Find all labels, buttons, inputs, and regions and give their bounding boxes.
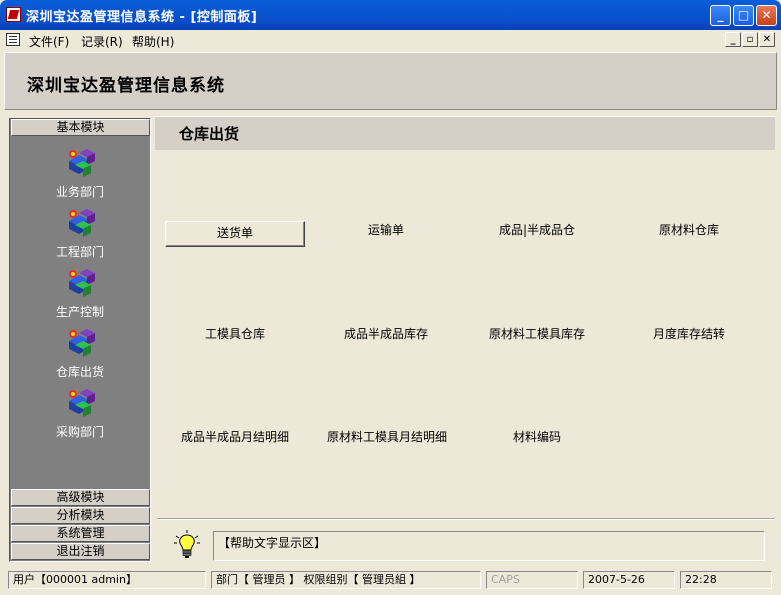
- module-label: 采购部门: [55, 425, 104, 439]
- help-text-area: 【帮助文字显示区】: [213, 531, 765, 561]
- module-label: 工程部门: [55, 245, 104, 259]
- child-restore-button[interactable]: ▫: [742, 32, 758, 47]
- sidebar-header-advanced[interactable]: 高级模块: [11, 489, 150, 506]
- sidebar-item-purchasing[interactable]: 采购部门: [10, 387, 150, 447]
- item-raw-tooling-monthly-detail[interactable]: 原材料工模具月结明细: [316, 425, 458, 451]
- document-icon[interactable]: [6, 33, 20, 46]
- divider: [157, 518, 775, 520]
- help-text: 【帮助文字显示区】: [218, 536, 327, 550]
- child-minimize-button[interactable]: _: [725, 32, 741, 47]
- menu-bar: 文件(F) 记录(R) 帮助(H): [0, 30, 781, 50]
- status-time: 22:28: [680, 571, 772, 589]
- status-caps: CAPS: [486, 571, 578, 589]
- item-finished-semi-stock[interactable]: 成品半成品库存: [316, 322, 456, 348]
- item-raw-tooling-stock[interactable]: 原材料工模具库存: [467, 322, 607, 348]
- title-bar[interactable]: 深圳宝达盈管理信息系统 - [控制面板] _ □ ✕: [0, 0, 781, 30]
- window-title: 深圳宝达盈管理信息系统 - [控制面板]: [26, 10, 258, 25]
- module-icon: [69, 209, 95, 237]
- module-icon: [69, 389, 95, 417]
- module-label: 仓库出货: [55, 365, 104, 379]
- item-finished-semi-monthly-detail[interactable]: 成品半成品月结明细: [165, 425, 305, 451]
- maximize-button[interactable]: □: [733, 5, 754, 26]
- sidebar-item-business[interactable]: 业务部门: [10, 147, 150, 207]
- status-date: 2007-5-26: [583, 571, 675, 589]
- menu-file[interactable]: 文件(F): [29, 33, 69, 50]
- item-raw-material-warehouse[interactable]: 原材料仓库: [619, 218, 759, 244]
- status-bar: 用户【000001 admin】 部门【 管理员 】 权限组别【 管理员組 】 …: [0, 568, 781, 592]
- item-delivery-note[interactable]: 送货单: [165, 221, 305, 247]
- item-shipping-note[interactable]: 运输单: [316, 218, 456, 244]
- banner-title: 深圳宝达盈管理信息系统: [27, 76, 225, 96]
- sidebar-item-engineering[interactable]: 工程部门: [10, 207, 150, 267]
- item-finished-semi-warehouse[interactable]: 成品|半成品仓: [467, 218, 607, 244]
- sidebar-header-system[interactable]: 系统管理: [11, 525, 150, 542]
- status-user: 用户【000001 admin】: [8, 571, 206, 589]
- sidebar-header-analysis[interactable]: 分析模块: [11, 507, 150, 524]
- app-icon[interactable]: [6, 7, 21, 22]
- sidebar-item-warehouse[interactable]: 仓库出货: [10, 327, 150, 387]
- module-label: 生产控制: [55, 305, 104, 319]
- menu-help[interactable]: 帮助(H): [132, 33, 174, 50]
- content-panel: 送货单 运输单 成品|半成品仓 原材料仓库 工模具仓库 成品半成品库存 原材料工…: [155, 150, 775, 518]
- status-department: 部门【 管理员 】 权限组别【 管理员組 】: [211, 571, 481, 589]
- sidebar: 基本模块 业务部门 工程部门 生产控制 仓库出货 采购部门 高级模块 分析模块 …: [9, 118, 151, 562]
- sidebar-header-basic[interactable]: 基本模块: [11, 119, 150, 136]
- minimize-button[interactable]: _: [710, 5, 731, 26]
- lightbulb-icon: [174, 530, 200, 558]
- module-icon: [69, 329, 95, 357]
- content-header: 仓库出货: [155, 116, 775, 150]
- module-label: 业务部门: [55, 185, 104, 199]
- sidebar-header-logout[interactable]: 退出注销: [11, 543, 150, 560]
- item-tooling-warehouse[interactable]: 工模具仓库: [165, 322, 305, 348]
- module-icon: [69, 269, 95, 297]
- child-close-button[interactable]: ✕: [759, 32, 775, 47]
- content-title: 仓库出货: [179, 125, 240, 143]
- menu-record[interactable]: 记录(R): [81, 33, 123, 50]
- close-button[interactable]: ✕: [756, 5, 777, 26]
- header-banner: 深圳宝达盈管理信息系统: [4, 52, 777, 110]
- sidebar-item-production[interactable]: 生产控制: [10, 267, 150, 327]
- item-material-code[interactable]: 材料编码: [467, 425, 607, 451]
- item-monthly-closing[interactable]: 月度库存结转: [619, 322, 759, 348]
- module-icon: [69, 149, 95, 177]
